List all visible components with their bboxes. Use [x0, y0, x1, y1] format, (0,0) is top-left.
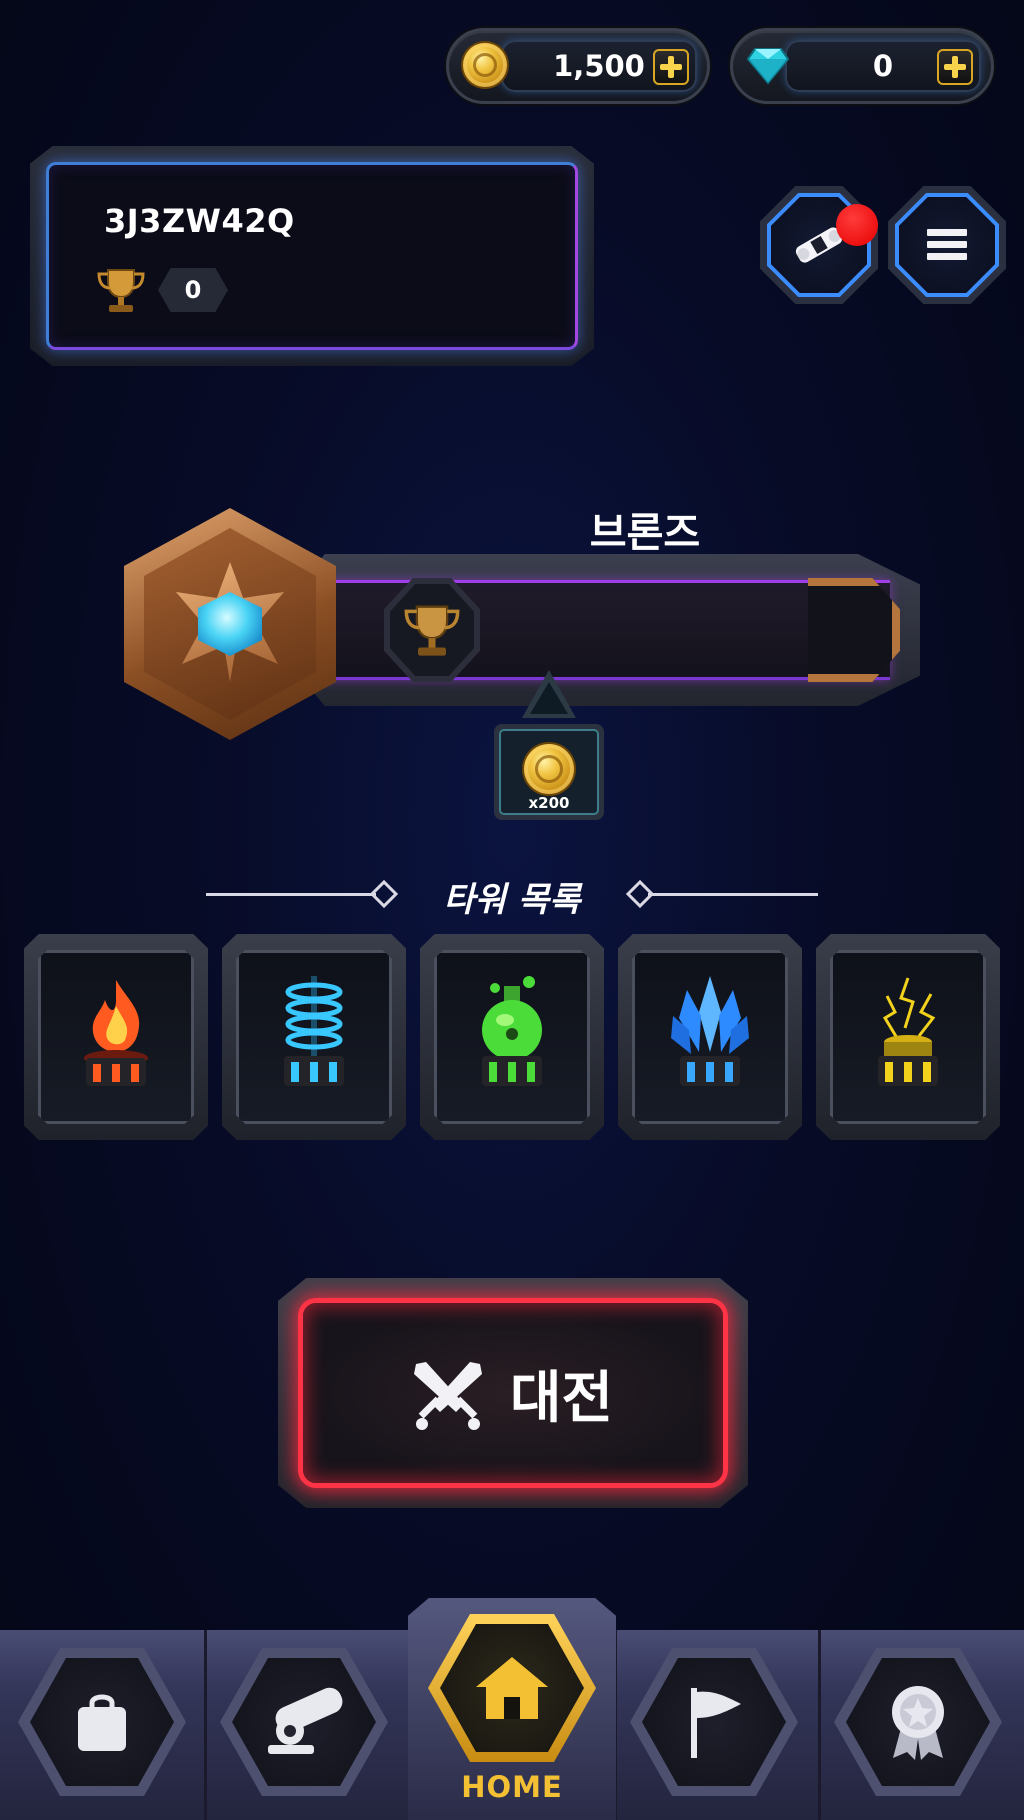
battle-label: 대전 [510, 1365, 614, 1431]
add-gems-button[interactable] [937, 49, 973, 85]
tower-slot-poison[interactable] [420, 934, 604, 1140]
tower-slot-ice[interactable] [618, 934, 802, 1140]
notification-badge [836, 204, 878, 246]
rank-tier-name: 브론즈 [589, 510, 701, 556]
nav-home-label: HOME [461, 1770, 563, 1804]
menu-button[interactable] [888, 186, 1006, 304]
reward-quantity: x200 [528, 794, 570, 812]
gem-amount: 0 [872, 49, 894, 83]
gold-coin-icon [463, 43, 507, 87]
next-reward-box[interactable]: x200 [494, 724, 604, 820]
diamond-icon [747, 48, 789, 85]
trophy-icon [404, 605, 460, 656]
trophy-count: 0 [158, 268, 228, 312]
nav-home-core [440, 1624, 584, 1752]
tower-slot-lightning[interactable] [816, 934, 1000, 1140]
gold-counter: 1,500 [446, 28, 710, 104]
trophy-icon [97, 269, 145, 312]
nav-separator [204, 1630, 207, 1820]
player-id: 3J3ZW42Q [104, 202, 295, 240]
battle-button[interactable]: 대전 [278, 1278, 748, 1508]
gold-coin-icon [524, 744, 574, 794]
crossed-swords-icon [414, 1362, 482, 1430]
tower-list-title: 타워 목록 [443, 880, 581, 920]
ice-crystal-tower-icon [618, 934, 802, 1140]
plus-icon [660, 56, 682, 78]
nav-shop-core [30, 1658, 174, 1786]
medal-icon [892, 1686, 944, 1760]
nav-ranking-core [846, 1658, 990, 1786]
fire-tower-icon [24, 934, 208, 1140]
lightning-tower-icon [816, 934, 1000, 1140]
player-profile-card[interactable]: 3J3ZW42Q 0 [30, 146, 594, 366]
add-gold-button[interactable] [653, 49, 689, 85]
hamburger-menu-icon [927, 229, 967, 260]
title-divider-right [648, 893, 818, 896]
menu-button-core [899, 197, 995, 293]
tower-slot-fire[interactable] [24, 934, 208, 1140]
cannon-icon [268, 1687, 343, 1754]
home-icon [476, 1657, 548, 1719]
nav-towers-core [232, 1658, 376, 1786]
shopping-bag-icon [78, 1694, 126, 1751]
flag-icon [691, 1688, 741, 1758]
bronze-rank-emblem[interactable] [124, 508, 336, 740]
plus-icon [944, 56, 966, 78]
profile-panel [46, 162, 578, 350]
nav-separator [818, 1630, 821, 1820]
tower-slot-water[interactable] [222, 934, 406, 1140]
gold-amount: 1,500 [553, 49, 645, 83]
nav-clan-core [642, 1658, 786, 1786]
title-divider-left [206, 893, 376, 896]
gem-counter: 0 [730, 28, 994, 104]
title-diamond-left [369, 879, 399, 909]
poison-tower-icon [420, 934, 604, 1140]
water-tower-icon [222, 934, 406, 1140]
